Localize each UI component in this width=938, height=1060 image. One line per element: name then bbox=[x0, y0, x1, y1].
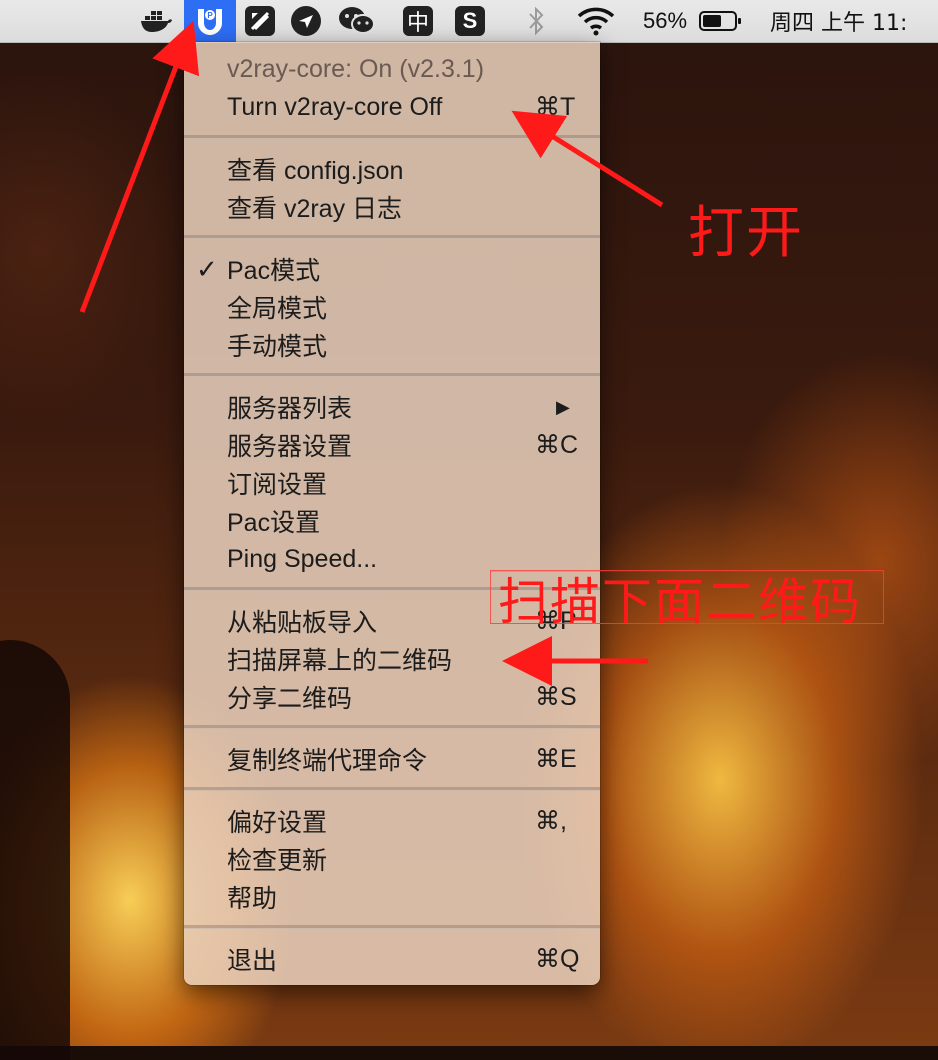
annotation-arrows bbox=[79, 20, 664, 686]
arrow-to-turn-off bbox=[511, 110, 664, 208]
arrow-to-v2rayu-icon bbox=[79, 20, 200, 313]
